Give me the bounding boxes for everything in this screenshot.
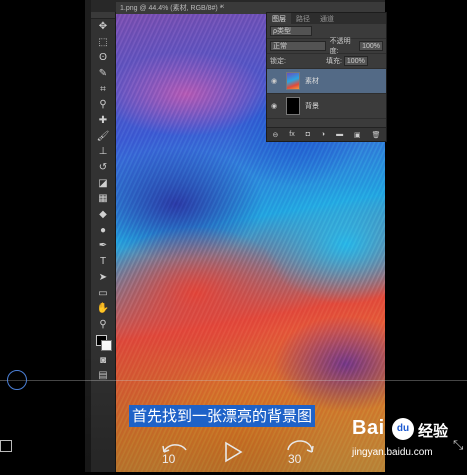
- playlist-icon[interactable]: [0, 440, 12, 452]
- tab-paths[interactable]: 路径: [291, 13, 315, 24]
- adjustment-icon[interactable]: ◑: [321, 131, 325, 138]
- crop-tool-icon[interactable]: ⌗: [91, 82, 115, 98]
- mask-icon[interactable]: ◘: [306, 131, 310, 138]
- opacity-field[interactable]: 100%: [359, 41, 383, 51]
- gradient-tool-icon[interactable]: ▦: [91, 192, 115, 208]
- screen-mode-icon[interactable]: ▤: [91, 368, 115, 384]
- rectangle-tool-icon[interactable]: ▭: [91, 286, 115, 302]
- forward-seconds: 30: [288, 452, 302, 466]
- visibility-eye-icon[interactable]: ◉: [271, 102, 281, 110]
- layers-footer: ⊖ fx ◘ ◑ ▬ ▣ 🗑: [267, 127, 386, 141]
- video-subtitle: 首先找到一张漂亮的背景图: [129, 405, 316, 427]
- blur-tool-icon[interactable]: ◆: [91, 207, 115, 223]
- trash-icon[interactable]: 🗑: [372, 131, 381, 139]
- fill-label: 填充:: [325, 58, 342, 65]
- layer-name: 素材: [305, 78, 319, 85]
- play-button[interactable]: [224, 441, 244, 463]
- stamp-tool-icon[interactable]: ⊥: [91, 145, 115, 161]
- toolbar-grip[interactable]: [91, 12, 115, 19]
- healing-tool-icon[interactable]: ✚: [91, 113, 115, 129]
- forward-button[interactable]: 30: [282, 440, 322, 470]
- color-swatches[interactable]: [91, 333, 115, 353]
- visibility-eye-icon[interactable]: ◉: [271, 77, 281, 85]
- rewind-seconds: 10: [162, 452, 176, 466]
- zoom-tool-icon[interactable]: ⚲: [91, 317, 115, 333]
- layer-row-background[interactable]: ◉ 背景: [267, 94, 386, 119]
- brush-tool-icon[interactable]: 🖌: [91, 129, 115, 145]
- play-icon: [225, 441, 243, 463]
- watermark-product: 经验: [418, 423, 449, 440]
- eyedropper-tool-icon[interactable]: ⚲: [91, 97, 115, 113]
- edit-mode-icon[interactable]: ◙: [91, 353, 115, 369]
- folder-icon[interactable]: ▬: [336, 131, 343, 138]
- tab-layers[interactable]: 图层: [267, 13, 291, 24]
- lasso-tool-icon[interactable]: ʘ: [91, 50, 115, 66]
- video-progress-bar[interactable]: [0, 380, 467, 381]
- eraser-tool-icon[interactable]: ◪: [91, 176, 115, 192]
- blend-mode-select[interactable]: 正常: [270, 41, 326, 51]
- watermark-url: jingyan.baidu.com: [352, 447, 433, 458]
- filter-row: ρ类型: [267, 24, 386, 39]
- dodge-tool-icon[interactable]: ●: [91, 223, 115, 239]
- pen-tool-icon[interactable]: ✒: [91, 239, 115, 255]
- fx-icon[interactable]: fx: [289, 131, 294, 138]
- layer-name: 背景: [305, 103, 319, 110]
- baidu-jingyan-watermark: Bai du 经验 jingyan.baidu.com: [352, 417, 467, 463]
- panel-tabs: 图层 路径 通道: [267, 13, 386, 24]
- blend-row: 正常 不透明度: 100%: [267, 38, 386, 55]
- layer-kind-filter[interactable]: ρ类型: [270, 26, 312, 36]
- layer-thumbnail: [286, 72, 300, 90]
- lock-row: 锁定: 填充: 100%: [267, 54, 386, 69]
- progress-knob[interactable]: [7, 370, 27, 390]
- new-layer-icon[interactable]: ▣: [354, 131, 361, 139]
- hand-tool-icon[interactable]: ✋: [91, 301, 115, 317]
- opacity-label: 不透明度:: [329, 38, 351, 55]
- type-tool-icon[interactable]: T: [91, 254, 115, 270]
- fill-field[interactable]: 100%: [343, 56, 368, 66]
- baidu-paw-logo: du: [392, 418, 414, 440]
- background-color[interactable]: [101, 339, 112, 351]
- quick-select-tool-icon[interactable]: ✎: [91, 66, 115, 82]
- link-icon[interactable]: ⊖: [272, 131, 278, 139]
- watermark-brand: Bai: [352, 417, 385, 439]
- move-tool-icon[interactable]: ✥: [91, 19, 115, 35]
- lock-label: 锁定:: [270, 58, 286, 65]
- tab-channels[interactable]: 通道: [315, 13, 339, 24]
- path-select-tool-icon[interactable]: ➤: [91, 270, 115, 286]
- layer-thumbnail: [286, 97, 300, 115]
- history-brush-tool-icon[interactable]: ↺: [91, 160, 115, 176]
- close-icon[interactable]: ×: [220, 2, 225, 11]
- layer-row-material[interactable]: ◉ 素材: [267, 69, 386, 94]
- rewind-button[interactable]: 10: [156, 440, 196, 470]
- marquee-tool-icon[interactable]: ⬚: [91, 35, 115, 51]
- layers-panel: 图层 路径 通道 ρ类型 正常 不透明度: 100% 锁定: 填充: 100% …: [266, 12, 387, 142]
- tools-panel: ✥ ⬚ ʘ ✎ ⌗ ⚲ ✚ 🖌 ⊥ ↺ ◪ ▦ ◆ ● ✒ T ➤ ▭ ✋ ⚲ ◙ ▤: [91, 12, 116, 472]
- document-title: 1.png @ 44.4% (素材, RGB/8#) *: [120, 5, 223, 12]
